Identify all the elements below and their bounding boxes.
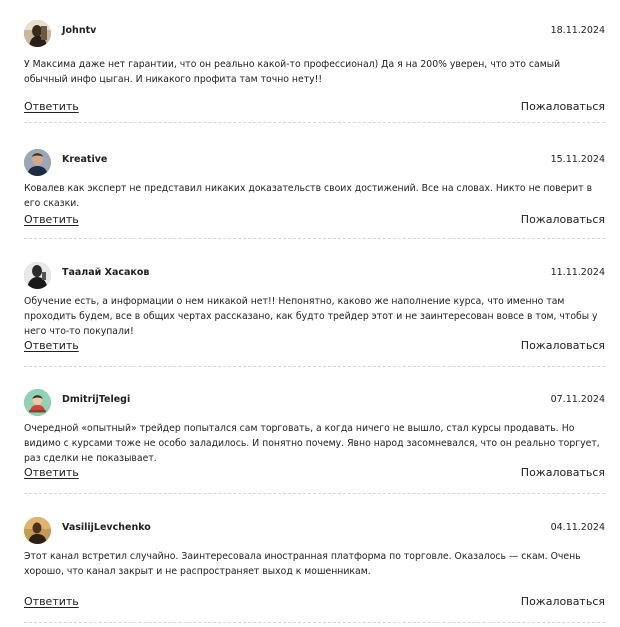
comment-date: 07.11.2024 xyxy=(550,394,605,405)
comment-text: У Максима даже нет гарантии, что он реал… xyxy=(24,59,561,85)
comment-item: Johntv 18.11.2024 У Максима даже нет гар… xyxy=(24,17,605,123)
report-link[interactable]: Пожаловаться xyxy=(521,213,605,226)
comment-item: VasilijLevchenko 04.11.2024 Этот канал в… xyxy=(24,514,605,623)
comment-actions: Ответить Пожаловаться xyxy=(24,339,605,355)
comment-author[interactable]: Kreative xyxy=(62,154,107,165)
comment-header: VasilijLevchenko 04.11.2024 xyxy=(24,514,605,546)
comment-date: 11.11.2024 xyxy=(550,267,605,278)
comment-date: 18.11.2024 xyxy=(550,25,605,36)
comment-text: Обучение есть, а информации о нем никако… xyxy=(24,296,598,337)
reply-link[interactable]: Ответить xyxy=(24,466,79,479)
comment-date: 15.11.2024 xyxy=(550,154,605,165)
comment-text: Ковалев как эксперт не представил никаки… xyxy=(24,183,593,209)
report-link[interactable]: Пожаловаться xyxy=(521,100,605,113)
comment-header: Kreative 15.11.2024 xyxy=(24,146,605,178)
comment-actions: Ответить Пожаловаться xyxy=(24,213,605,229)
comments-list: Johntv 18.11.2024 У Максима даже нет гар… xyxy=(0,0,620,627)
comment-item: DmitrijTelegi 07.11.2024 Очередной «опыт… xyxy=(24,386,605,494)
comment-author[interactable]: DmitrijTelegi xyxy=(62,394,130,405)
comment-header: DmitrijTelegi 07.11.2024 xyxy=(24,386,605,418)
comment-author[interactable]: VasilijLevchenko xyxy=(62,522,151,533)
comment-actions: Ответить Пожаловаться xyxy=(24,595,605,611)
user-photo-avatar-icon[interactable] xyxy=(24,149,51,176)
comment-header: Таалай Хасаков 11.11.2024 xyxy=(24,259,605,291)
reply-link[interactable]: Ответить xyxy=(24,213,79,226)
report-link[interactable]: Пожаловаться xyxy=(521,339,605,352)
comment-date: 04.11.2024 xyxy=(550,522,605,533)
comment-author[interactable]: Таалай Хасаков xyxy=(62,267,149,278)
comment-item: Таалай Хасаков 11.11.2024 Обучение есть,… xyxy=(24,259,605,367)
user-photo-avatar-icon[interactable] xyxy=(24,20,51,47)
report-link[interactable]: Пожаловаться xyxy=(521,595,605,608)
comment-actions: Ответить Пожаловаться xyxy=(24,100,605,116)
comment-header: Johntv 18.11.2024 xyxy=(24,17,605,49)
reply-link[interactable]: Ответить xyxy=(24,595,79,608)
comment-item: Kreative 15.11.2024 Ковалев как эксперт … xyxy=(24,146,605,239)
report-link[interactable]: Пожаловаться xyxy=(521,466,605,479)
comment-text: Очередной «опытный» трейдер попытался са… xyxy=(24,423,600,464)
cartoon-avatar-icon[interactable] xyxy=(24,389,51,416)
comment-text: Этот канал встретил случайно. Заинтересо… xyxy=(24,551,581,577)
reply-link[interactable]: Ответить xyxy=(24,339,79,352)
comment-actions: Ответить Пожаловаться xyxy=(24,466,605,482)
user-photo-avatar-icon[interactable] xyxy=(24,262,51,289)
reply-link[interactable]: Ответить xyxy=(24,100,79,113)
user-photo-avatar-icon[interactable] xyxy=(24,517,51,544)
comment-author[interactable]: Johntv xyxy=(62,25,96,36)
